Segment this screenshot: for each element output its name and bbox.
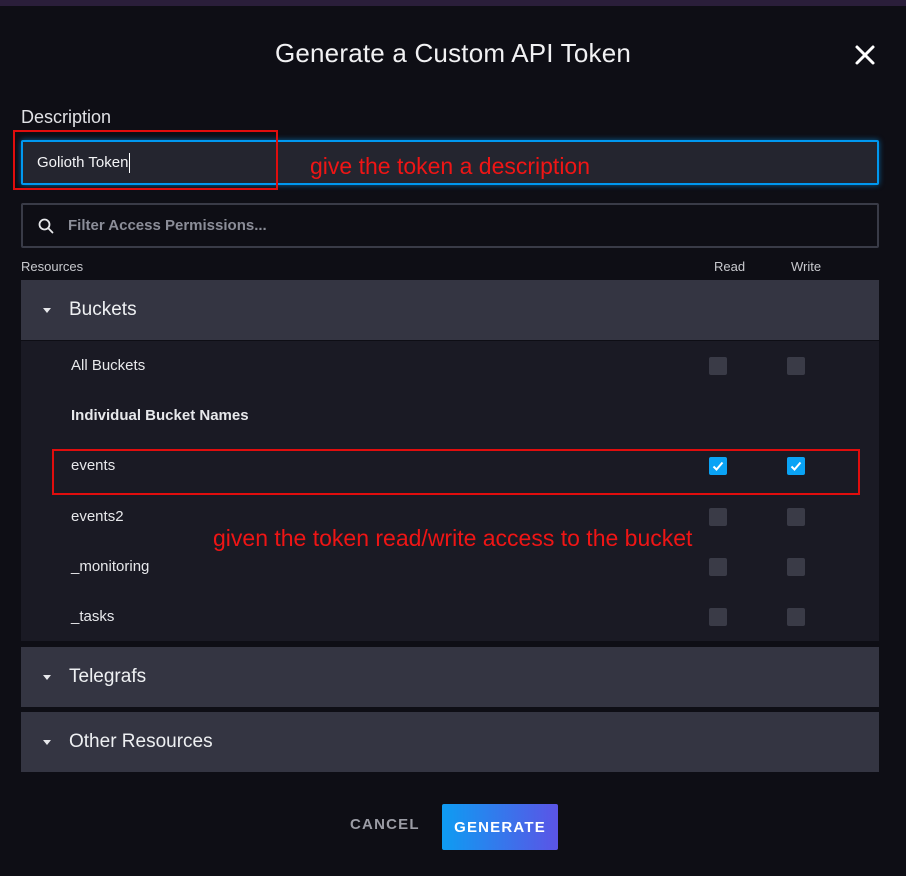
filter-input[interactable]: Filter Access Permissions... bbox=[21, 203, 879, 248]
caret-down-icon bbox=[43, 307, 51, 313]
buckets-panel bbox=[21, 341, 879, 641]
caret-down-icon bbox=[43, 674, 51, 680]
cancel-button[interactable]: CANCEL bbox=[350, 816, 420, 833]
section-other-label: Other Resources bbox=[69, 731, 213, 752]
check-icon bbox=[790, 461, 802, 471]
events2-read-checkbox[interactable] bbox=[709, 508, 727, 526]
all-buckets-read-checkbox[interactable] bbox=[709, 357, 727, 375]
tasks-write-checkbox[interactable] bbox=[787, 608, 805, 626]
generate-button[interactable]: GENERATE bbox=[442, 804, 558, 850]
section-telegrafs[interactable]: Telegrafs bbox=[21, 647, 879, 707]
annotation-description-note: give the token a description bbox=[310, 153, 591, 179]
events-read-checkbox[interactable] bbox=[709, 457, 727, 475]
section-buckets[interactable]: Buckets bbox=[21, 280, 879, 340]
description-value: Golioth Token bbox=[37, 154, 129, 171]
annotation-access-note: given the token read/write access to the… bbox=[213, 525, 693, 551]
top-bar bbox=[0, 0, 906, 6]
all-buckets-write-checkbox[interactable] bbox=[787, 357, 805, 375]
section-telegrafs-label: Telegrafs bbox=[69, 666, 147, 687]
check-icon bbox=[712, 461, 724, 471]
search-icon bbox=[38, 218, 54, 233]
events2-write-checkbox[interactable] bbox=[787, 508, 805, 526]
section-other-resources[interactable]: Other Resources bbox=[21, 712, 879, 772]
section-buckets-label: Buckets bbox=[69, 299, 137, 320]
resources-column-header: Resources bbox=[21, 259, 84, 274]
tasks-read-checkbox[interactable] bbox=[709, 608, 727, 626]
description-label: Description bbox=[21, 107, 112, 127]
monitoring-write-checkbox[interactable] bbox=[787, 558, 805, 576]
close-button[interactable] bbox=[850, 40, 880, 70]
filter-placeholder: Filter Access Permissions... bbox=[68, 217, 267, 234]
all-buckets-label: All Buckets bbox=[71, 357, 146, 374]
bucket-row-label: _monitoring bbox=[71, 558, 150, 575]
text-caret bbox=[129, 152, 131, 173]
monitoring-read-checkbox[interactable] bbox=[709, 558, 727, 576]
read-column-header: Read bbox=[714, 259, 746, 274]
bucket-row-label: _tasks bbox=[71, 608, 115, 625]
bucket-row-label: events2 bbox=[71, 508, 124, 525]
dialog-title: Generate a Custom API Token bbox=[274, 38, 632, 68]
individual-buckets-heading: Individual Bucket Names bbox=[71, 407, 249, 424]
bucket-row-label: events bbox=[71, 457, 116, 474]
write-column-header: Write bbox=[791, 259, 822, 274]
caret-down-icon bbox=[43, 739, 51, 745]
events-write-checkbox[interactable] bbox=[787, 457, 805, 475]
close-icon[interactable] bbox=[850, 40, 880, 70]
